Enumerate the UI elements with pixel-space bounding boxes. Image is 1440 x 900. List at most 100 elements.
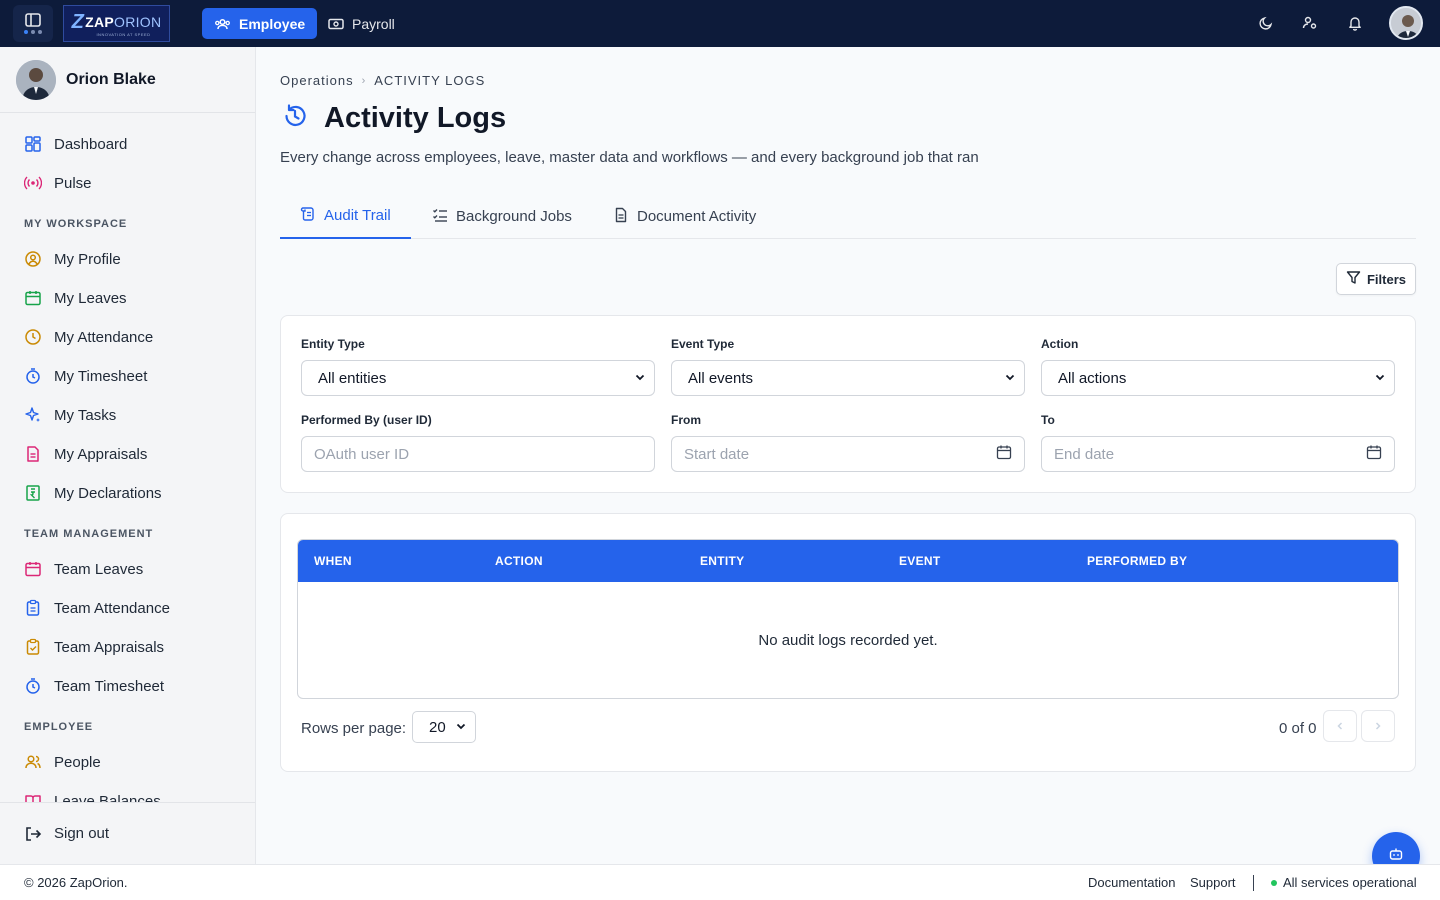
sparkles-icon [24,406,42,424]
users-settings-icon[interactable] [1300,13,1320,33]
document-icon [24,445,42,463]
breadcrumb-operations[interactable]: Operations [280,73,354,88]
sidebar-item-label: Team Attendance [54,599,170,617]
sidebar-item-my-appraisals[interactable]: My Appraisals [0,435,255,473]
system-status: All services operational [1271,875,1417,890]
chevron-down-icon [1374,370,1386,387]
footer: © 2026 ZapOrion. Documentation Support A… [0,864,1440,900]
tabs: Audit Trail Background Jobs Document Act… [280,194,1416,239]
sidebar-item-pulse[interactable]: Pulse [0,164,255,202]
calendar-icon [24,560,42,578]
empty-state-message: No audit logs recorded yet. [758,631,938,649]
avatar [16,59,56,100]
logo-text-zap: ZAP [85,14,115,30]
moon-icon[interactable] [1256,13,1276,33]
tab-label: Background Jobs [456,208,572,225]
performed-by-input[interactable]: OAuth user ID [301,436,655,472]
sidebar-item-team-appraisals[interactable]: Team Appraisals [0,628,255,666]
sidebar-item-label: Leave Balances [54,792,161,803]
logo-text-orion: ORION [114,14,162,30]
column-when[interactable]: WHEN [314,540,352,582]
sidebar-item-label: My Declarations [54,484,162,502]
scroll-icon [300,206,316,226]
clock-icon [24,328,42,346]
sidebar-item-my-leaves[interactable]: My Leaves [0,279,255,317]
chevron-down-icon [455,719,467,736]
to-date-input[interactable]: End date [1041,436,1395,472]
sidebar-item-dashboard[interactable]: Dashboard [0,125,255,163]
sidebar-user[interactable]: Orion Blake [0,47,255,113]
action-value: All actions [1058,369,1127,387]
rows-per-page-label: Rows per page: [301,720,407,737]
user-avatar-menu[interactable] [1389,6,1423,40]
main-content: Operations › ACTIVITY LOGS Activity Logs… [256,47,1440,864]
bell-icon[interactable] [1345,13,1365,33]
user-name: Orion Blake [66,70,156,88]
tab-document-activity[interactable]: Document Activity [593,194,776,239]
section-my-workspace: MY WORKSPACE [24,218,128,230]
column-event[interactable]: EVENT [899,540,941,582]
funnel-icon [1346,270,1361,288]
section-team-management: TEAM MANAGEMENT [24,528,154,540]
page-subtitle: Every change across employees, leave, ma… [280,149,979,166]
rows-per-page-value: 20 [429,718,446,736]
clipboard-icon [24,599,42,617]
app-logo[interactable]: Z ZAP ORION INNOVATION AT SPEED [63,5,170,42]
chevron-right-icon: › [361,74,367,87]
chevron-down-icon [1004,370,1016,387]
event-type-select[interactable]: All events [671,360,1025,396]
nav-payroll-button[interactable]: Payroll [316,8,407,39]
nav-employee-button[interactable]: Employee [202,8,318,39]
table-header: WHEN ACTION ENTITY EVENT PERFORMED BY [298,540,1398,582]
tab-background-jobs[interactable]: Background Jobs [412,194,592,239]
sidebar-item-my-profile[interactable]: My Profile [0,240,255,278]
performed-by-label: Performed By (user ID) [301,413,432,427]
support-link[interactable]: Support [1190,875,1236,890]
clipboard-check-icon [24,638,42,656]
calendar-icon[interactable] [1366,444,1382,464]
sidebar-item-leave-balances[interactable]: Leave Balances [0,782,255,802]
sidebar-item-label: My Leaves [54,289,127,307]
rows-per-page-select[interactable]: 20 [412,711,476,743]
next-page-button[interactable] [1361,710,1395,742]
entity-type-select[interactable]: All entities [301,360,655,396]
documentation-link[interactable]: Documentation [1088,875,1175,890]
dashboard-icon [24,135,42,153]
status-dot-icon [1271,879,1277,886]
tab-label: Document Activity [637,208,757,225]
calendar-icon[interactable] [996,444,1012,464]
sidebar-item-my-timesheet[interactable]: My Timesheet [0,357,255,395]
history-icon [280,101,310,136]
sidebar-item-team-attendance[interactable]: Team Attendance [0,589,255,627]
column-action[interactable]: ACTION [495,540,543,582]
sidebar-item-label: My Appraisals [54,445,148,463]
sidebar-item-label: People [54,753,101,771]
tab-audit-trail[interactable]: Audit Trail [280,194,411,239]
sidebar-item-my-attendance[interactable]: My Attendance [0,318,255,356]
from-date-input[interactable]: Start date [671,436,1025,472]
previous-page-button[interactable] [1323,710,1357,742]
sidebar-item-team-leaves[interactable]: Team Leaves [0,550,255,588]
sidebar-item-label: My Profile [54,250,121,268]
breadcrumb-current: ACTIVITY LOGS [374,73,486,88]
filters-button[interactable]: Filters [1336,263,1416,295]
sidebar-toggle-button[interactable] [13,5,53,42]
user-circle-icon [24,250,42,268]
sidebar: Orion Blake Dashboard Pulse MY WORKSPACE… [0,47,256,864]
sidebar-item-my-declarations[interactable]: My Declarations [0,474,255,512]
sidebar-item-my-tasks[interactable]: My Tasks [0,396,255,434]
sidebar-item-label: Team Appraisals [54,638,165,656]
sidebar-item-people[interactable]: People [0,743,255,781]
nav-payroll-label: Payroll [352,15,395,32]
breadcrumb: Operations › ACTIVITY LOGS [280,73,485,88]
to-date-placeholder: End date [1054,445,1115,463]
sign-out-button[interactable]: Sign out [0,802,255,864]
sidebar-panel-icon [25,13,41,27]
column-entity[interactable]: ENTITY [700,540,744,582]
from-date-placeholder: Start date [684,445,750,463]
sidebar-item-label: My Tasks [54,406,117,424]
status-label: All services operational [1283,875,1417,890]
action-select[interactable]: All actions [1041,360,1395,396]
column-performed-by[interactable]: PERFORMED BY [1087,540,1187,582]
sidebar-item-team-timesheet[interactable]: Team Timesheet [0,667,255,705]
